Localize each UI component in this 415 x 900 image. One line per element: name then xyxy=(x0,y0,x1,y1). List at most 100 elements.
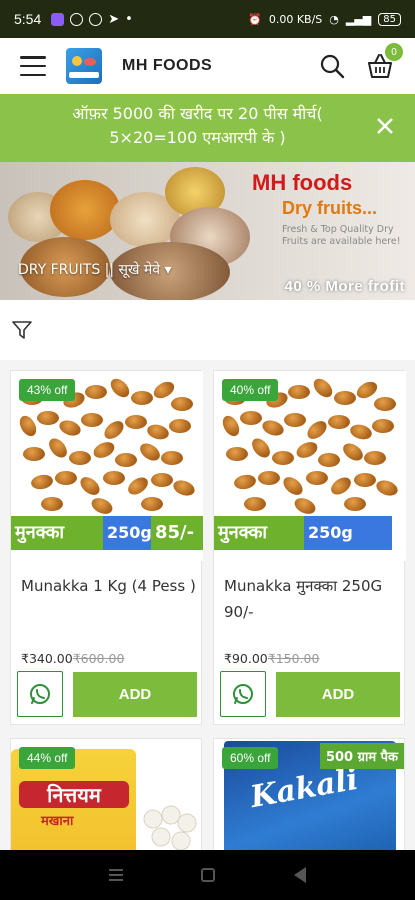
home-icon[interactable] xyxy=(201,868,216,882)
back-icon[interactable] xyxy=(293,867,306,883)
product-price: ₹340.00₹600.00 xyxy=(21,651,124,666)
raisin-image xyxy=(240,411,262,425)
product-card[interactable]: 43% off मुनक्का 250g 85/- Munakka 1 Kg (… xyxy=(10,370,203,725)
original-price: ₹600.00 xyxy=(72,651,125,666)
product-card[interactable]: Kakali 500 ग्राम पैक 60% off xyxy=(213,738,405,858)
raisin-image xyxy=(45,435,71,461)
product-image[interactable]: 40% off मुनक्का 250g 90/- xyxy=(214,371,406,561)
image-label-hindi: मुनक्का xyxy=(214,516,304,550)
whatsapp-button[interactable] xyxy=(17,671,63,717)
raisin-image xyxy=(280,473,306,499)
whatsapp-notification-icon-2 xyxy=(89,12,103,26)
banner-description: Fresh & Top Quality Dry Fruits are avail… xyxy=(282,224,401,247)
image-label: मुनक्का 250g 85/- xyxy=(11,516,203,550)
menu-icon[interactable] xyxy=(20,56,46,76)
network-speed: 0.00 KB/S xyxy=(268,12,323,26)
battery-icon: 85 xyxy=(378,12,401,26)
raisin-image xyxy=(339,439,367,465)
image-label-weight: 250g 90/- xyxy=(304,516,392,561)
whatsapp-icon xyxy=(233,684,253,704)
brand-name: MH FOODS xyxy=(122,57,213,74)
dry-fruit-image-2 xyxy=(50,180,120,240)
alarm-icon: ⏰ xyxy=(248,12,262,26)
image-label-weight: 250g xyxy=(103,516,152,550)
system-nav-bar xyxy=(0,850,415,900)
add-to-cart-button[interactable]: ADD xyxy=(276,672,400,717)
image-label-hindi: मुनक्का xyxy=(11,516,103,550)
raisin-image xyxy=(292,495,318,517)
raisin-image xyxy=(37,411,59,425)
product-name[interactable]: Munakka मुनक्का 250G 90/- xyxy=(224,573,399,625)
wifi-icon: ◔ xyxy=(329,12,339,26)
product-price: ₹90.00₹150.00 xyxy=(224,651,319,666)
close-icon[interactable] xyxy=(375,116,395,136)
raisin-image xyxy=(244,497,266,511)
filter-icon[interactable] xyxy=(12,320,32,340)
raisin-image xyxy=(310,375,336,401)
raisin-image xyxy=(374,477,400,499)
raisin-image xyxy=(150,378,178,402)
raisin-image xyxy=(232,473,258,491)
filter-row xyxy=(0,300,415,360)
current-price: ₹340.00 xyxy=(21,651,73,666)
app-bar: MH FOODS 0 xyxy=(0,38,415,94)
raisin-image xyxy=(107,375,133,401)
raisin-image xyxy=(103,471,125,485)
raisin-image xyxy=(145,422,171,442)
original-price: ₹150.00 xyxy=(267,651,320,666)
raisin-image xyxy=(364,451,386,465)
raisin-image xyxy=(55,471,77,485)
raisin-image xyxy=(91,439,117,461)
pack-subtitle: मखाना xyxy=(41,814,74,829)
raisin-image xyxy=(57,417,83,439)
raisin-image xyxy=(318,453,340,467)
search-icon[interactable] xyxy=(319,53,345,79)
raisin-image xyxy=(41,497,63,511)
pack-size-badge: 500 ग्राम पैक xyxy=(319,743,404,769)
product-card[interactable]: 40% off मुनक्का 250g 90/- Munakka मुनक्क… xyxy=(213,370,406,725)
notification-icons: ➤ • xyxy=(51,12,133,27)
raisin-image xyxy=(226,447,248,461)
current-price: ₹90.00 xyxy=(224,651,268,666)
raisin-image xyxy=(77,473,103,499)
raisin-image xyxy=(85,385,107,399)
pack-brand: नित्तयम xyxy=(19,781,129,808)
add-to-cart-button[interactable]: ADD xyxy=(73,672,197,717)
more-notifications-icon: • xyxy=(125,11,133,27)
whatsapp-icon xyxy=(30,684,50,704)
raisin-image xyxy=(372,419,394,433)
raisin-image xyxy=(171,397,193,411)
whatsapp-button[interactable] xyxy=(220,671,266,717)
raisin-image xyxy=(334,391,356,405)
raisin-image xyxy=(125,415,147,429)
raisin-image xyxy=(81,413,103,427)
product-name[interactable]: Munakka 1 Kg (4 Pess ) xyxy=(21,573,196,599)
raisin-image xyxy=(294,439,320,461)
image-label-price: 85/- xyxy=(151,516,203,550)
telegram-notification-icon: ➤ xyxy=(108,11,120,27)
app-notification-icon xyxy=(51,12,65,26)
raisin-image xyxy=(69,451,91,465)
raisin-image xyxy=(306,471,328,485)
raisin-image xyxy=(374,397,396,411)
raisin-image xyxy=(258,471,280,485)
discount-badge: 60% off xyxy=(222,747,279,769)
raisin-image xyxy=(328,415,350,429)
raisin-image xyxy=(161,451,183,465)
brand-logo[interactable] xyxy=(66,48,102,84)
cart-button[interactable]: 0 xyxy=(365,43,403,81)
product-image[interactable]: 43% off मुनक्का 250g 85/- xyxy=(11,371,203,561)
status-right: ⏰ 0.00 KB/S ◔ ▂▄▆ 85 xyxy=(248,12,401,26)
raisin-image xyxy=(151,473,173,487)
raisin-image xyxy=(169,419,191,433)
category-banner[interactable]: MH foods Dry fruits... Fresh & Top Quali… xyxy=(0,162,415,300)
category-dropdown[interactable]: DRY FRUITS || सूखे मेवे ▾ xyxy=(18,260,172,279)
discount-badge: 43% off xyxy=(19,379,76,401)
recent-apps-icon[interactable] xyxy=(109,866,124,884)
raisin-image xyxy=(171,477,197,499)
product-card[interactable]: नित्तयम मखाना 44% off xyxy=(10,738,202,858)
whatsapp-notification-icon xyxy=(70,12,84,26)
product-grid: 43% off मुनक्का 250g 85/- Munakka 1 Kg (… xyxy=(0,360,415,858)
raisin-image xyxy=(348,422,374,442)
discount-badge: 44% off xyxy=(19,747,76,769)
